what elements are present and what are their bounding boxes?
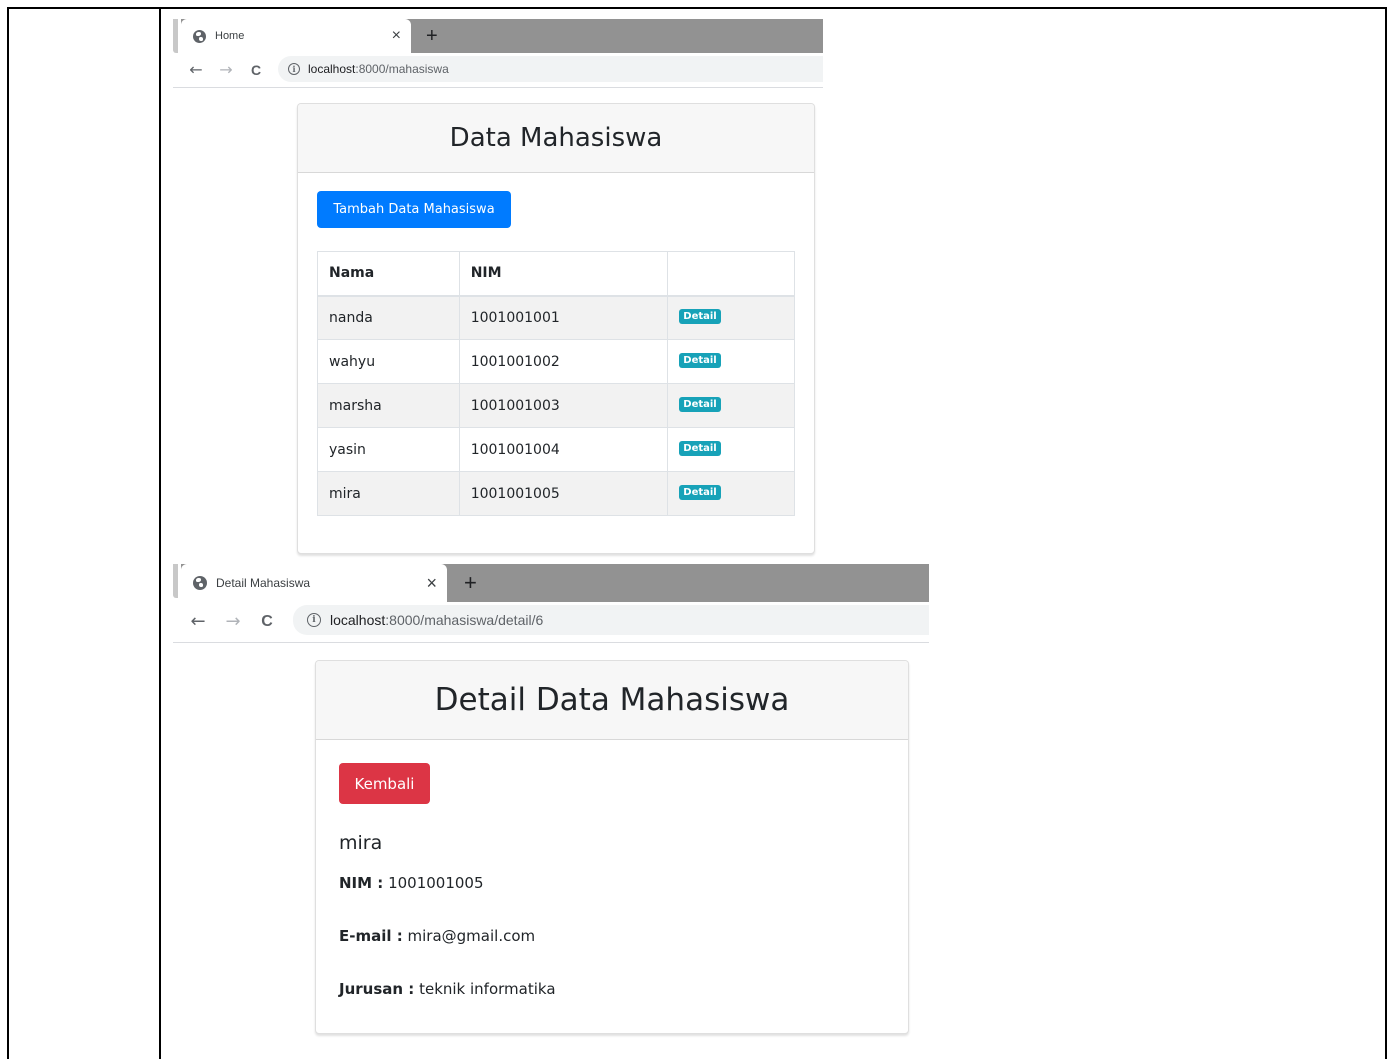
browser-window-detail: Detail Mahasiswa × + ← → C i localhost:8…: [173, 564, 929, 644]
nim-line: NIM : 1001001005: [339, 874, 484, 892]
nim-value: 1001001005: [388, 874, 484, 892]
url-field[interactable]: i localhost:8000/mahasiswa: [278, 56, 823, 82]
detail-mahasiswa-card: Detail Data Mahasiswa Kembali mira NIM :…: [315, 660, 909, 1034]
nim-label: NIM :: [339, 874, 384, 892]
column-header-nim: NIM: [458, 251, 669, 297]
back-button[interactable]: Kembali: [339, 763, 430, 804]
detail-badge-button[interactable]: Detail: [679, 309, 721, 325]
cell-nama: mira: [317, 471, 460, 516]
table-row: nanda 1001001001 Detail: [317, 295, 795, 340]
cell-action: Detail: [667, 427, 795, 472]
close-icon[interactable]: ×: [426, 574, 437, 592]
globe-icon: [193, 576, 207, 590]
tab-edge: [173, 19, 181, 53]
cell-nim: 1001001003: [458, 383, 669, 428]
page-title: Detail Data Mahasiswa: [434, 682, 790, 718]
card-header: Detail Data Mahasiswa: [316, 661, 908, 740]
table-row: marsha 1001001003 Detail: [317, 383, 795, 428]
jurusan-label: Jurusan :: [339, 980, 415, 998]
globe-icon: [193, 29, 206, 43]
cell-nim: 1001001005: [458, 471, 669, 516]
url-path: :8000/mahasiswa: [355, 62, 449, 76]
browser-tab[interactable]: Detail Mahasiswa ×: [181, 564, 447, 602]
back-arrow-icon[interactable]: ←: [188, 602, 208, 642]
cell-nama: yasin: [317, 427, 460, 472]
url-text: localhost:8000/mahasiswa/detail/6: [330, 612, 543, 628]
url-text: localhost:8000/mahasiswa: [308, 62, 449, 76]
cell-nama: nanda: [317, 295, 460, 340]
cell-action: Detail: [667, 295, 795, 340]
url-host: localhost: [330, 612, 386, 628]
email-value: mira@gmail.com: [407, 927, 536, 945]
tab-strip: Home × +: [173, 19, 823, 53]
cell-nama: marsha: [317, 383, 460, 428]
detail-badge-button[interactable]: Detail: [679, 485, 721, 500]
detail-badge-button[interactable]: Detail: [679, 353, 721, 368]
forward-arrow-icon[interactable]: →: [217, 53, 235, 87]
email-line: E-mail : mira@gmail.com: [339, 927, 535, 945]
cell-nama: wahyu: [317, 339, 460, 384]
data-mahasiswa-card: Data Mahasiswa Tambah Data Mahasiswa Nam…: [297, 103, 815, 554]
reload-icon[interactable]: C: [257, 602, 277, 642]
tab-strip: Detail Mahasiswa × +: [173, 564, 929, 602]
table-row: wahyu 1001001002 Detail: [317, 339, 795, 384]
email-label: E-mail :: [339, 927, 403, 945]
add-student-button[interactable]: Tambah Data Mahasiswa: [317, 191, 511, 228]
column-header-action: [667, 251, 795, 297]
back-arrow-icon[interactable]: ←: [187, 53, 205, 87]
cell-nim: 1001001004: [458, 427, 669, 472]
url-field[interactable]: i localhost:8000/mahasiswa/detail/6: [293, 605, 929, 635]
page-title: Data Mahasiswa: [449, 123, 663, 153]
cell-action: Detail: [667, 339, 795, 384]
reload-icon[interactable]: C: [247, 53, 265, 87]
student-name: mira: [339, 832, 383, 854]
close-icon[interactable]: ×: [392, 28, 401, 44]
cell-nim: 1001001001: [458, 295, 669, 340]
card-header: Data Mahasiswa: [298, 104, 814, 173]
frame-divider: [159, 7, 161, 1059]
jurusan-line: Jurusan : teknik informatika: [339, 980, 556, 998]
tab-title: Detail Mahasiswa: [216, 576, 311, 590]
new-tab-button[interactable]: +: [426, 19, 438, 53]
info-icon[interactable]: i: [307, 613, 321, 627]
address-bar: ← → C i localhost:8000/mahasiswa/detail/…: [173, 602, 929, 643]
url-path: :8000/mahasiswa/detail/6: [385, 612, 544, 628]
new-tab-button[interactable]: +: [464, 564, 477, 602]
cell-action: Detail: [667, 471, 795, 516]
url-host: localhost: [308, 62, 356, 76]
column-header-nama: Nama: [317, 251, 460, 297]
cell-action: Detail: [667, 383, 795, 428]
info-icon[interactable]: i: [288, 63, 300, 75]
cell-nim: 1001001002: [458, 339, 669, 384]
tab-edge: [173, 564, 181, 602]
forward-arrow-icon[interactable]: →: [223, 602, 243, 642]
detail-badge-button[interactable]: Detail: [679, 441, 721, 456]
jurusan-value: teknik informatika: [419, 980, 556, 998]
browser-window-list: Home × + ← → C i localhost:8000/mahasisw…: [173, 19, 823, 89]
student-table: Nama NIM nanda 1001001001 Detail wahyu 1…: [317, 251, 795, 516]
table-row: yasin 1001001004 Detail: [317, 427, 795, 472]
detail-badge-button[interactable]: Detail: [679, 397, 721, 412]
tab-title: Home: [215, 30, 245, 42]
table-row: mira 1001001005 Detail: [317, 471, 795, 516]
table-header-row: Nama NIM: [317, 251, 795, 297]
browser-tab[interactable]: Home ×: [181, 19, 411, 53]
address-bar: ← → C i localhost:8000/mahasiswa: [173, 53, 823, 88]
